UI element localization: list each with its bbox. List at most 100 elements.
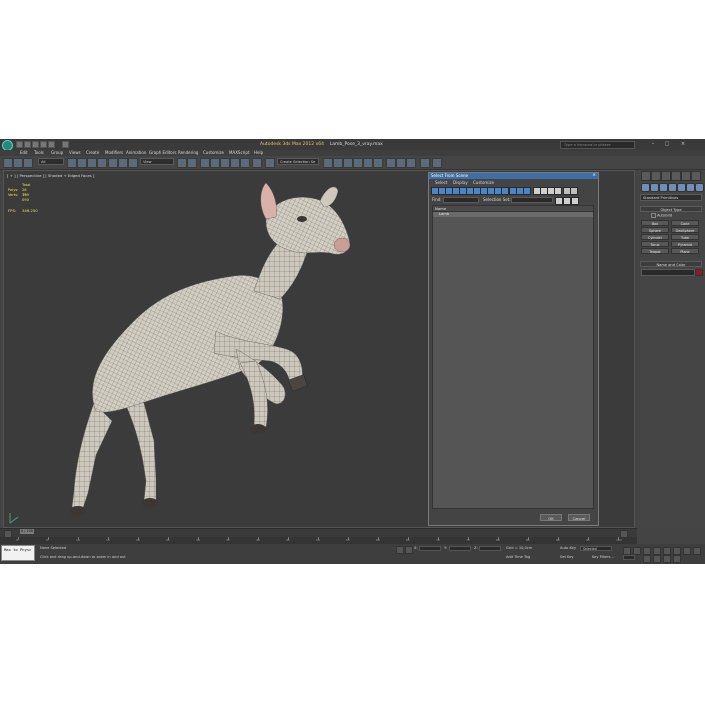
list-item[interactable]: Lamb xyxy=(433,212,593,217)
render-setup-icon[interactable] xyxy=(386,158,396,168)
key-filters-button[interactable]: Key Filters... xyxy=(592,555,614,559)
selection-filter-dropdown[interactable]: All xyxy=(38,158,64,165)
orbit-icon[interactable] xyxy=(663,555,671,563)
select-dependents-icon[interactable] xyxy=(554,187,562,195)
selection-set-new-icon[interactable] xyxy=(555,197,563,205)
spinner-snap-icon[interactable] xyxy=(240,158,250,168)
object-name-input[interactable] xyxy=(641,269,695,276)
box-button[interactable]: Box xyxy=(641,220,669,226)
render-production-icon[interactable] xyxy=(406,158,416,168)
ok-button[interactable]: OK xyxy=(540,514,562,521)
add-time-tag[interactable]: Add Time Tag xyxy=(506,555,530,559)
key-mode-dropdown[interactable]: Selected xyxy=(580,546,612,551)
lights-icon[interactable] xyxy=(659,183,668,192)
graphite-ribbon-icon[interactable] xyxy=(343,158,353,168)
select-by-name-icon[interactable] xyxy=(77,158,87,168)
systems-icon[interactable] xyxy=(695,183,704,192)
maximize-icon[interactable]: □ xyxy=(664,141,670,147)
scale-icon[interactable] xyxy=(128,158,138,168)
modify-tab-icon[interactable] xyxy=(651,171,661,181)
zoom-all-icon[interactable] xyxy=(683,547,691,555)
window-crossing-icon[interactable] xyxy=(97,158,107,168)
lock-selection-icon[interactable] xyxy=(396,546,404,554)
save-file-icon[interactable] xyxy=(32,141,39,148)
keyboard-shortcut-icon[interactable] xyxy=(200,158,210,168)
pyramid-button[interactable]: Pyramid xyxy=(671,241,699,247)
absolute-mode-icon[interactable] xyxy=(405,546,413,554)
select-object-icon[interactable] xyxy=(67,158,77,168)
undo-icon[interactable] xyxy=(40,141,47,148)
auto-key-button[interactable]: Auto Key xyxy=(560,546,576,550)
sphere-button[interactable]: Sphere xyxy=(641,227,669,233)
rect-region-icon[interactable] xyxy=(87,158,97,168)
selection-set-delete-icon[interactable] xyxy=(571,197,579,205)
helpers-icon[interactable] xyxy=(677,183,686,192)
open-file-icon[interactable] xyxy=(24,141,31,148)
undo-tool-icon[interactable] xyxy=(3,158,13,168)
project-folder-icon[interactable] xyxy=(62,141,69,148)
plane-button[interactable]: Plane xyxy=(671,248,699,254)
redo-icon[interactable] xyxy=(48,141,55,148)
pivot-center-icon[interactable] xyxy=(177,158,187,168)
select-manipulate-icon[interactable] xyxy=(187,158,197,168)
track-bar[interactable]: 0 5 10 15 20 25 30 35 40 45 50 55 60 65 70 75 80 85 90 95 10… xyxy=(0,537,637,544)
cone-button[interactable]: Cone xyxy=(671,220,699,226)
go-to-end-icon[interactable] xyxy=(663,547,671,555)
z-coordinate-field[interactable] xyxy=(479,546,501,551)
tube-button[interactable]: Tube xyxy=(671,234,699,240)
activeshade-icon[interactable] xyxy=(432,158,442,168)
current-frame-field[interactable] xyxy=(623,555,635,560)
snaps-toggle-icon[interactable] xyxy=(210,158,220,168)
minimize-icon[interactable]: – xyxy=(650,141,656,147)
reference-coord-dropdown[interactable]: View xyxy=(140,158,174,165)
layer-manager-icon[interactable] xyxy=(333,158,343,168)
mirror-icon[interactable] xyxy=(265,158,275,168)
set-key-button[interactable]: Set Key xyxy=(560,555,574,559)
maximize-viewport-icon[interactable] xyxy=(673,555,681,563)
zoom-icon[interactable] xyxy=(673,547,681,555)
teapot-button[interactable]: Teapot xyxy=(641,248,669,254)
spacewarps-icon[interactable] xyxy=(686,183,695,192)
new-file-icon[interactable] xyxy=(16,141,23,148)
y-coordinate-field[interactable] xyxy=(449,546,471,551)
maxscript-listener[interactable]: Max to Physc xyxy=(1,545,35,561)
x-coordinate-field[interactable] xyxy=(419,546,441,551)
scene-object-list[interactable]: Name Lamb xyxy=(432,205,594,509)
next-key-icon[interactable] xyxy=(653,547,661,555)
display-frozen-icon[interactable] xyxy=(501,187,509,195)
go-to-start-icon[interactable] xyxy=(623,547,631,555)
category-dropdown[interactable]: Standard Primitives xyxy=(640,194,702,201)
display-invert-icon[interactable] xyxy=(523,187,531,195)
object-color-swatch[interactable] xyxy=(695,269,703,276)
dialog-close-icon[interactable]: × xyxy=(592,173,596,179)
rotate-icon[interactable] xyxy=(118,158,128,168)
previous-frame-icon[interactable] xyxy=(633,547,641,555)
geometry-icon[interactable] xyxy=(641,183,650,192)
display-tab-icon[interactable] xyxy=(681,171,691,181)
play-icon[interactable] xyxy=(643,547,651,555)
percent-snap-icon[interactable] xyxy=(230,158,240,168)
autogrid-checkbox[interactable]: AutoGrid xyxy=(651,213,672,218)
shapes-icon[interactable] xyxy=(650,183,659,192)
align-icon[interactable] xyxy=(323,158,333,168)
create-tab-icon[interactable] xyxy=(641,171,651,181)
select-link-icon[interactable] xyxy=(13,158,23,168)
torus-button[interactable]: Torus xyxy=(641,241,669,247)
schematic-view-icon[interactable] xyxy=(363,158,373,168)
render-iterative-icon[interactable] xyxy=(420,158,430,168)
search-input[interactable]: Type a keyword or phrase xyxy=(560,141,635,149)
curve-editor-icon[interactable] xyxy=(353,158,363,168)
object-type-rollout[interactable]: Object Type xyxy=(640,206,702,212)
move-icon[interactable] xyxy=(108,158,118,168)
cameras-icon[interactable] xyxy=(668,183,677,192)
name-color-rollout[interactable]: Name and Color xyxy=(640,261,702,267)
field-of-view-icon[interactable] xyxy=(643,555,651,563)
find-input[interactable] xyxy=(443,197,479,203)
named-selection-dropdown[interactable]: Create Selection Se xyxy=(277,158,319,165)
rendered-frame-icon[interactable] xyxy=(396,158,406,168)
filter-options-icon[interactable] xyxy=(570,187,578,195)
cancel-button[interactable]: Cancel xyxy=(568,514,590,521)
close-icon[interactable]: × xyxy=(680,141,686,147)
frame-indicator[interactable]: 0 / 100 xyxy=(20,529,34,534)
cylinder-button[interactable]: Cylinder xyxy=(641,234,669,240)
